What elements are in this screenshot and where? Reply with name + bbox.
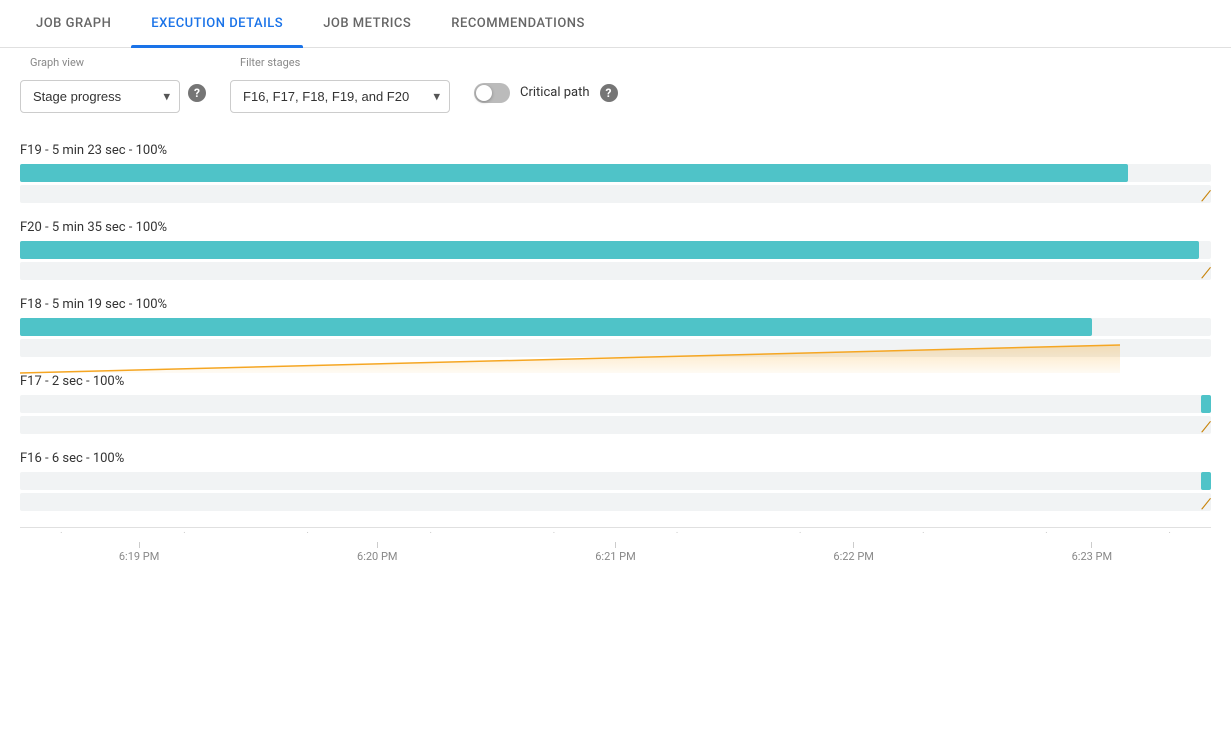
stage-F18-trend-svg	[20, 335, 1211, 375]
time-axis: · · · · · · · · · · 6:19 PM	[20, 527, 1211, 563]
tab-recommendations[interactable]: RECOMMENDATIONS	[431, 0, 605, 47]
minor-tick: ·	[429, 528, 432, 539]
time-label-621: 6:21 PM	[595, 550, 635, 563]
stage-F20-bars: /	[20, 241, 1211, 280]
stage-F19-bar-row	[20, 164, 1211, 182]
stage-F17-sub-row: /	[20, 416, 1211, 434]
stage-F20-diagonal-mark: /	[1201, 263, 1211, 283]
stage-F19-title: F19 - 5 min 23 sec - 100%	[20, 129, 1211, 164]
stage-F19-sub-row: /	[20, 185, 1211, 203]
tab-job-metrics[interactable]: JOB METRICS	[303, 0, 431, 47]
stage-F18-title: F18 - 5 min 19 sec - 100%	[20, 283, 1211, 318]
time-tick-mark	[139, 542, 140, 548]
graph-view-help-icon[interactable]: ?	[188, 84, 206, 102]
stage-F20: F20 - 5 min 35 sec - 100% /	[20, 206, 1211, 280]
stage-F19-bar-fill	[20, 164, 1128, 182]
time-tick-619: 6:19 PM	[119, 542, 159, 563]
filter-stages-select-wrapper: F16, F17, F18, F19, and F20 ▾	[230, 80, 450, 113]
minor-tick: ·	[676, 528, 679, 539]
stage-F19-diagonal-mark: /	[1201, 186, 1211, 206]
minor-tick: ·	[799, 528, 802, 539]
filter-stages-label: Filter stages	[238, 56, 302, 69]
stage-F17-bars: /	[20, 395, 1211, 434]
stage-F17-bar-row	[20, 395, 1211, 413]
time-tick-621: 6:21 PM	[595, 542, 635, 563]
time-tick-mark	[615, 542, 616, 548]
stage-F19: F19 - 5 min 23 sec - 100% /	[20, 129, 1211, 203]
stage-F20-bar-fill	[20, 241, 1199, 259]
stage-F19-bars: /	[20, 164, 1211, 203]
minor-tick: ·	[1168, 528, 1171, 539]
stage-F20-sub-row: /	[20, 262, 1211, 280]
tab-bar: JOB GRAPH EXECUTION DETAILS JOB METRICS …	[0, 0, 1231, 48]
filter-stages-select[interactable]: F16, F17, F18, F19, and F20	[230, 80, 450, 113]
time-tick-623: 6:23 PM	[1072, 542, 1112, 563]
time-tick-mark	[853, 542, 854, 548]
stage-F20-title: F20 - 5 min 35 sec - 100%	[20, 206, 1211, 241]
stage-F18: F18 - 5 min 19 sec - 100%	[20, 283, 1211, 357]
stage-F18-sub-row	[20, 339, 1211, 357]
time-tick-mark	[1091, 542, 1092, 548]
critical-path-help-icon[interactable]: ?	[600, 84, 618, 102]
time-tick-mark	[377, 542, 378, 548]
time-label-622: 6:22 PM	[833, 550, 873, 563]
app-container: JOB GRAPH EXECUTION DETAILS JOB METRICS …	[0, 0, 1231, 563]
stage-F16-title: F16 - 6 sec - 100%	[20, 437, 1211, 472]
tab-execution-details[interactable]: EXECUTION DETAILS	[131, 0, 303, 47]
stage-F17-diagonal-mark: /	[1201, 417, 1211, 437]
stage-F16-diagonal-mark: /	[1201, 494, 1211, 514]
critical-path-toggle[interactable]	[474, 83, 510, 103]
controls-bar: Graph view Stage progress Worker view ▾ …	[0, 48, 1231, 129]
minor-tick: ·	[1045, 528, 1048, 539]
graph-view-select[interactable]: Stage progress Worker view	[20, 80, 180, 113]
stage-F16-sub-row: /	[20, 493, 1211, 511]
tab-job-graph[interactable]: JOB GRAPH	[16, 0, 131, 47]
stage-F16-bars: /	[20, 472, 1211, 511]
graph-view-select-wrapper: Stage progress Worker view ▾	[20, 80, 180, 113]
minor-tick: ·	[553, 528, 556, 539]
time-tick-622: 6:22 PM	[833, 542, 873, 563]
graph-view-group: Graph view Stage progress Worker view ▾ …	[20, 64, 206, 113]
time-label-623: 6:23 PM	[1072, 550, 1112, 563]
stage-F20-bar-row	[20, 241, 1211, 259]
minor-tick: ·	[922, 528, 925, 539]
critical-path-label: Critical path	[520, 85, 590, 100]
time-label-619: 6:19 PM	[119, 550, 159, 563]
graph-view-label: Graph view	[28, 56, 86, 69]
time-tick-620: 6:20 PM	[357, 542, 397, 563]
minor-tick: ·	[60, 528, 63, 539]
stage-F17-bar-fill	[1201, 395, 1211, 413]
stage-F16: F16 - 6 sec - 100% /	[20, 437, 1211, 511]
filter-stages-group: Filter stages F16, F17, F18, F19, and F2…	[230, 64, 450, 113]
chart-area: F19 - 5 min 23 sec - 100% / F20 - 5 min …	[0, 129, 1231, 563]
stage-F16-bar-fill	[1201, 472, 1211, 490]
stage-F16-bar-row	[20, 472, 1211, 490]
critical-path-group: Critical path ?	[474, 83, 618, 103]
minor-tick: ·	[306, 528, 309, 539]
stage-F18-bar-row	[20, 318, 1211, 336]
time-label-620: 6:20 PM	[357, 550, 397, 563]
minor-tick: ·	[183, 528, 186, 539]
stage-F18-bar-fill	[20, 318, 1092, 336]
stage-F18-bars	[20, 318, 1211, 357]
